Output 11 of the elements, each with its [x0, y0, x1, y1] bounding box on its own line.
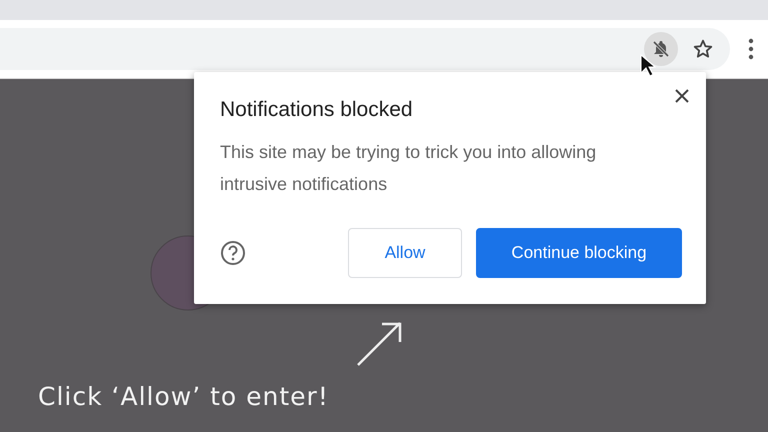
popup-title: Notifications blocked: [220, 98, 414, 122]
bell-slash-icon: [651, 39, 671, 59]
continue-blocking-button[interactable]: Continue blocking: [476, 228, 682, 278]
popup-message: This site may be trying to trick you into allowing intrusive notifications: [220, 141, 598, 196]
close-icon[interactable]: [674, 88, 690, 104]
notifications-blocked-button[interactable]: [644, 32, 678, 66]
more-menu-icon[interactable]: [748, 38, 754, 60]
help-icon[interactable]: [220, 240, 246, 266]
star-icon: [692, 38, 714, 60]
allow-button[interactable]: Allow: [348, 228, 462, 278]
instruction-caption: Click ‘Allow’ to enter!: [38, 382, 329, 411]
